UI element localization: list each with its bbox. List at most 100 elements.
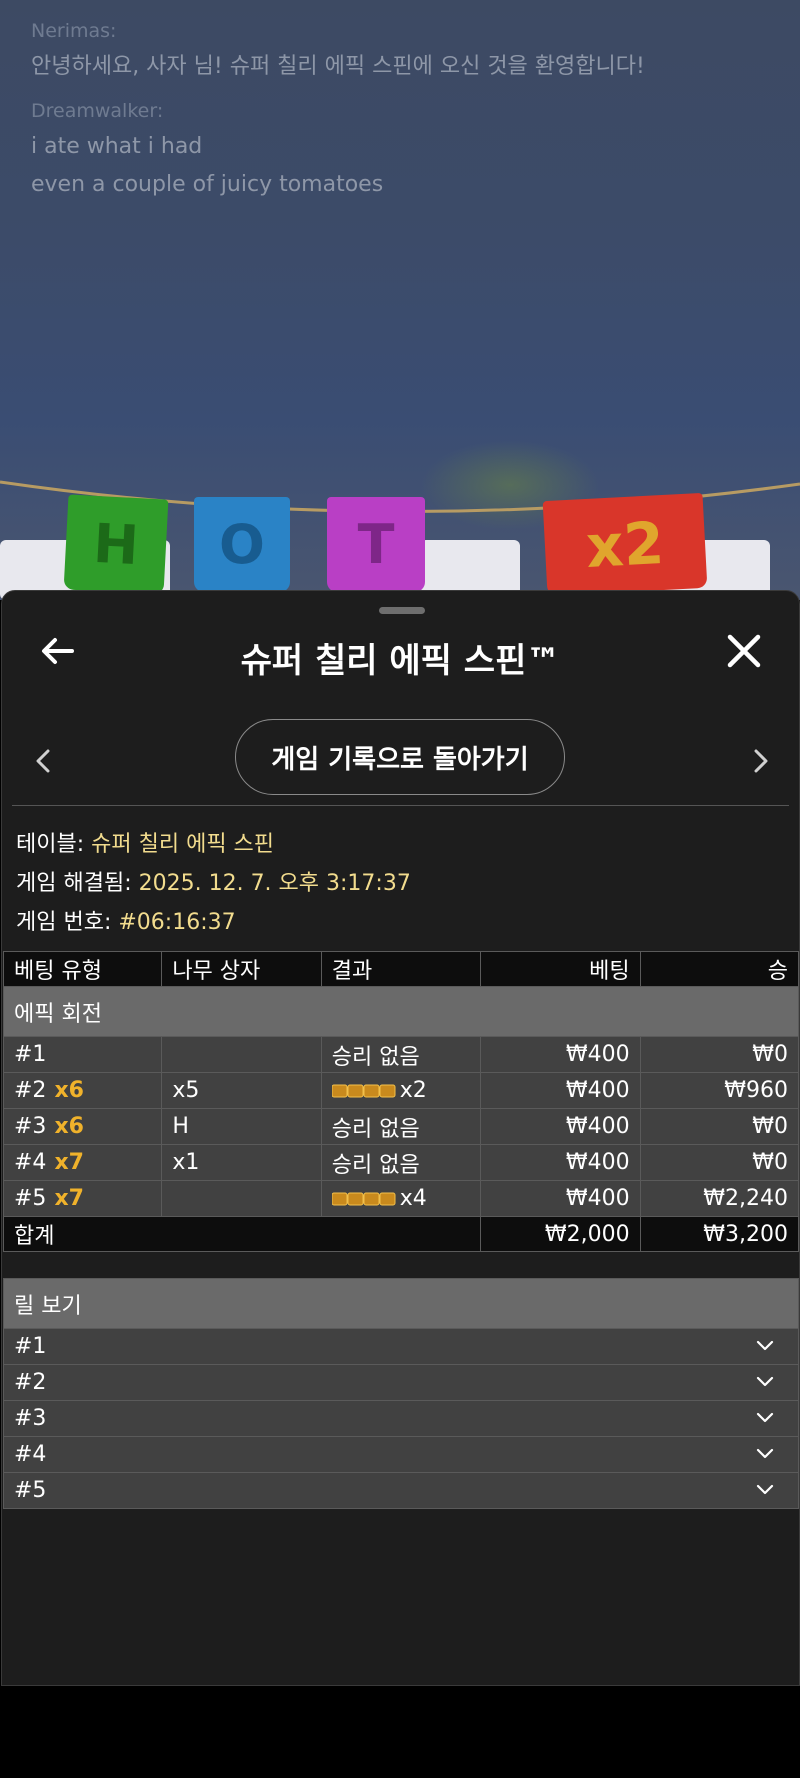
panel-title: 슈퍼 칠리 에픽 스핀™	[240, 641, 561, 681]
multiplier-badge: x6	[54, 1078, 84, 1103]
divider	[12, 805, 789, 806]
bet-id: #3	[14, 1114, 47, 1139]
wooden-box-cell: x5	[161, 1072, 322, 1109]
result-text: 승리 없음	[331, 1044, 420, 1070]
reel-label: #2	[14, 1370, 47, 1395]
chevron-down-icon[interactable]	[756, 1340, 774, 1352]
bet-id-cell: #3 x6	[2, 1108, 163, 1145]
header-bet: 베팅	[480, 951, 641, 987]
win-amount: ₩960	[639, 1072, 799, 1109]
reel-cell[interactable]: #1	[3, 1328, 799, 1365]
reel-label: #1	[14, 1334, 47, 1359]
bet-id: #1	[14, 1042, 47, 1067]
table-row: #1 승리 없음 ₩400 ₩0	[2, 1036, 799, 1073]
reels-table: 릴 보기 #1 #2 #3 #4 #5	[3, 1278, 799, 1509]
header-result: 결과	[320, 951, 482, 987]
reel-label: #4	[14, 1442, 47, 1467]
reel-label: #5	[14, 1478, 47, 1503]
table-row: #5 x7 x4 ₩400 ₩2,240	[2, 1180, 799, 1217]
info-label: 게임 해결됨:	[16, 871, 139, 896]
info-value: 슈퍼 칠리 에픽 스핀	[91, 832, 275, 857]
result-cell: 승리 없음	[320, 1036, 482, 1073]
result-cell: x4	[320, 1180, 482, 1217]
section-row: 릴 보기	[3, 1278, 799, 1329]
reel-row[interactable]: #1	[3, 1328, 799, 1365]
resolved-info: 게임 해결됨: 2025. 12. 7. 오후 3:17:37	[16, 864, 411, 903]
chevron-right-icon[interactable]	[750, 746, 772, 776]
chevron-down-icon[interactable]	[756, 1484, 774, 1496]
chat-message-group: Dreamwalker: i ate what i had even a cou…	[31, 100, 645, 204]
result-text: x4	[399, 1186, 427, 1211]
bet-id-cell: #2 x6	[2, 1072, 163, 1109]
wooden-box-cell: x1	[161, 1144, 322, 1181]
flag-o-decoration: O	[194, 497, 290, 592]
section-label: 릴 보기	[3, 1278, 799, 1329]
chat-message: i ate what i had	[31, 134, 203, 159]
result-text: 승리 없음	[331, 1152, 420, 1178]
bet-id: #4	[14, 1150, 47, 1175]
info-label: 테이블:	[16, 832, 92, 857]
bet-amount: ₩400	[480, 1144, 641, 1181]
flag-t-decoration: T	[327, 497, 425, 592]
total-win: ₩3,200	[639, 1216, 799, 1252]
reel-row[interactable]: #3	[3, 1400, 799, 1437]
reel-cell[interactable]: #5	[3, 1472, 799, 1509]
bet-amount: ₩400	[480, 1108, 641, 1145]
drag-handle[interactable]	[379, 607, 425, 614]
flag-x2-decoration: x2	[542, 492, 708, 597]
bet-id-cell: #1	[2, 1036, 163, 1073]
total-row: 합계 ₩2,000 ₩3,200	[2, 1216, 799, 1252]
header-wooden-box: 나무 상자	[161, 951, 322, 987]
chat-message: even a couple of juicy tomatoes	[31, 172, 384, 197]
bet-id-cell: #5 x7	[2, 1180, 163, 1217]
reel-label: #3	[14, 1406, 47, 1431]
chevron-down-icon[interactable]	[756, 1376, 774, 1388]
multiplier-badge: x7	[54, 1186, 84, 1211]
total-label: 합계	[2, 1216, 482, 1252]
header-bet-type: 베팅 유형	[2, 951, 163, 987]
chat-username: Dreamwalker:	[31, 100, 164, 122]
game-details-panel: 슈퍼 칠리 에픽 스핀™ 게임 기록으로 돌아가기 테이블: 슈퍼 칠리 에픽 …	[1, 590, 800, 1686]
game-info: 테이블: 슈퍼 칠리 에픽 스핀 게임 해결됨: 2025. 12. 7. 오후…	[16, 825, 411, 942]
multiplier-badge: x6	[54, 1114, 84, 1139]
result-text: x2	[399, 1078, 427, 1103]
result-cell: x2	[320, 1072, 482, 1109]
section-label: 에픽 회전	[3, 986, 799, 1037]
reel-cell[interactable]: #4	[3, 1436, 799, 1473]
back-to-history-button[interactable]: 게임 기록으로 돌아가기	[235, 719, 565, 795]
bet-amount: ₩400	[480, 1180, 641, 1217]
chevron-down-icon[interactable]	[756, 1412, 774, 1424]
result-cell: 승리 없음	[320, 1108, 482, 1145]
win-amount: ₩0	[639, 1036, 799, 1073]
bet-id: #2	[14, 1078, 47, 1103]
reel-cell[interactable]: #3	[3, 1400, 799, 1437]
chevron-down-icon[interactable]	[756, 1448, 774, 1460]
chat-message: 안녕하세요, 사자 님! 슈퍼 칠리 에픽 스핀에 오신 것을 환영합니다!	[31, 54, 645, 79]
reel-row[interactable]: #5	[3, 1472, 799, 1509]
reel-row[interactable]: #2	[3, 1364, 799, 1401]
wooden-box-cell	[161, 1036, 322, 1073]
coins-icon	[331, 1084, 396, 1098]
reel-cell[interactable]: #2	[3, 1364, 799, 1401]
bet-id: #5	[14, 1186, 47, 1211]
chat-overlay: Nerimas: 안녕하세요, 사자 님! 슈퍼 칠리 에픽 스핀에 오신 것을…	[31, 20, 645, 218]
bet-amount: ₩400	[480, 1036, 641, 1073]
game-background: Nerimas: 안녕하세요, 사자 님! 슈퍼 칠리 에픽 스핀에 오신 것을…	[0, 0, 800, 600]
win-amount: ₩0	[639, 1108, 799, 1145]
result-text: 승리 없음	[331, 1116, 420, 1142]
close-icon[interactable]	[724, 631, 764, 671]
info-value: #06:16:37	[118, 910, 236, 935]
bet-amount: ₩400	[480, 1072, 641, 1109]
table-header-row: 베팅 유형 나무 상자 결과 베팅 승	[2, 951, 799, 987]
multiplier-badge: x7	[54, 1150, 84, 1175]
table-info: 테이블: 슈퍼 칠리 에픽 스핀	[16, 825, 411, 864]
flag-h-decoration: H	[63, 494, 169, 595]
reel-row[interactable]: #4	[3, 1436, 799, 1473]
section-row: 에픽 회전	[3, 986, 799, 1037]
game-number-info: 게임 번호: #06:16:37	[16, 903, 411, 942]
win-amount: ₩0	[639, 1144, 799, 1181]
table-row: #2 x6 x5 x2 ₩400 ₩960	[2, 1072, 799, 1109]
header-win: 승	[639, 951, 799, 987]
coins-icon	[331, 1192, 396, 1206]
chevron-left-icon[interactable]	[32, 746, 54, 776]
